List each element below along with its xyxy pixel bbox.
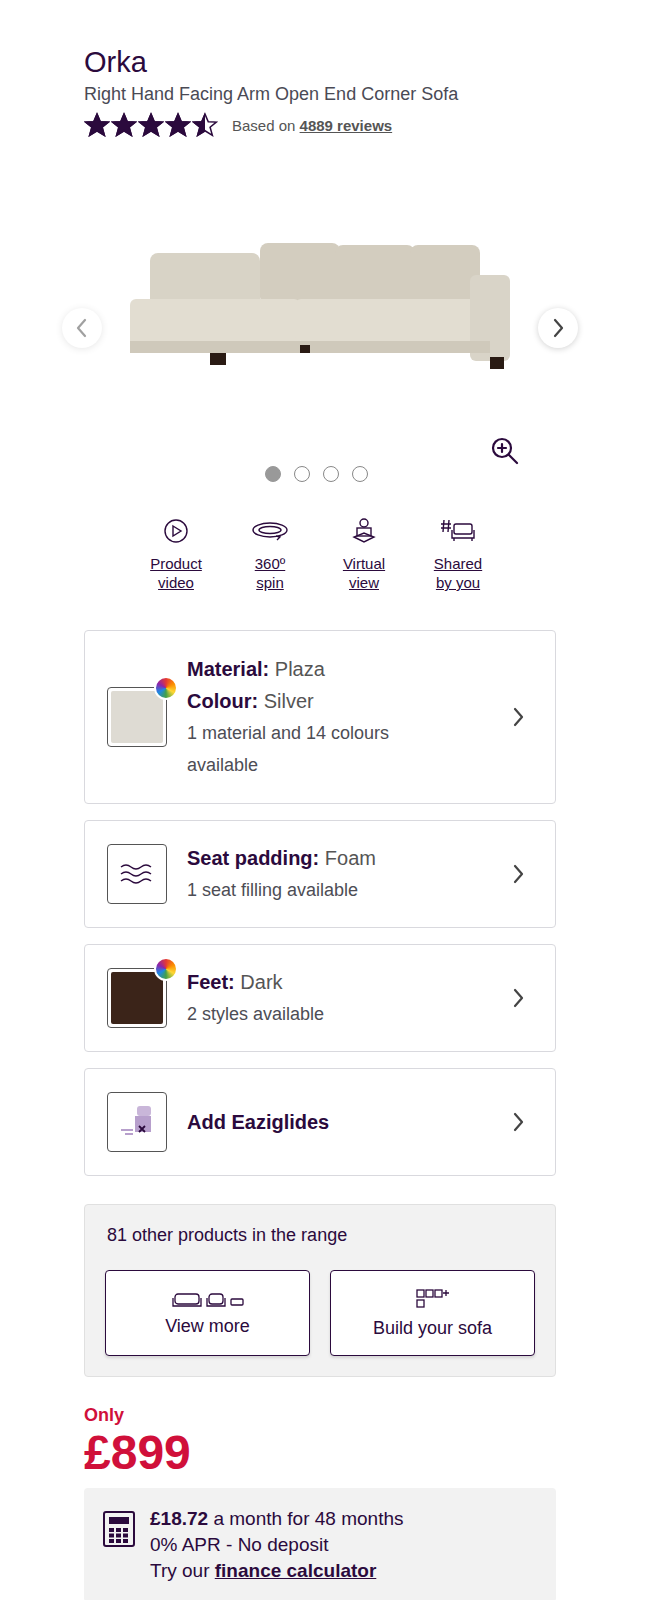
swatch-thumb bbox=[107, 968, 167, 1028]
star-icon bbox=[111, 112, 137, 138]
spin-icon bbox=[250, 516, 290, 546]
waves-icon bbox=[119, 862, 155, 886]
carousel-dot[interactable] bbox=[323, 466, 339, 482]
star-fill bbox=[138, 112, 164, 138]
sofas-icon bbox=[171, 1290, 245, 1310]
shared-sofa-icon bbox=[440, 516, 476, 546]
build-sofa-icon bbox=[415, 1288, 451, 1312]
option-card[interactable]: Material: PlazaColour: Silver1 material … bbox=[84, 630, 556, 804]
glides-box bbox=[107, 1092, 167, 1152]
option-field: Colour: Silver bbox=[187, 685, 491, 717]
range-buttons: View moreBuild your sofa bbox=[105, 1270, 535, 1356]
option-field: Material: Plaza bbox=[187, 653, 491, 685]
zoom-button[interactable] bbox=[490, 436, 520, 466]
option-card[interactable]: Seat padding: Foam1 seat filling availab… bbox=[84, 820, 556, 928]
star-fill bbox=[165, 112, 191, 138]
media-links: Productvideo 360ºspin Virtualview Sharedby … bbox=[84, 516, 556, 592]
eaziglides-icon bbox=[115, 1100, 159, 1144]
range-text: 81 other products in the range bbox=[105, 1225, 535, 1246]
swatch-thumb bbox=[107, 687, 167, 747]
price-prefix: Only bbox=[84, 1405, 556, 1426]
option-card[interactable]: Feet: Dark2 styles available bbox=[84, 944, 556, 1052]
star-fill bbox=[84, 112, 110, 138]
star-fill bbox=[192, 112, 205, 138]
media-link[interactable]: Virtualview bbox=[328, 516, 400, 592]
star-icon bbox=[138, 112, 164, 138]
price: £899 bbox=[84, 1426, 556, 1480]
finance-box: £18.72 a month for 48 months0% APR - No … bbox=[84, 1488, 556, 1600]
option-field: Feet: Dark bbox=[187, 966, 491, 998]
carousel-dots bbox=[84, 466, 556, 482]
prev-button[interactable] bbox=[62, 308, 102, 348]
calculator-icon bbox=[102, 1510, 136, 1548]
chevron-right-icon bbox=[511, 706, 525, 728]
carousel-dot[interactable] bbox=[265, 466, 281, 482]
option-text: Feet: Dark2 styles available bbox=[187, 966, 491, 1030]
star bbox=[111, 112, 137, 138]
star-icon bbox=[192, 112, 205, 138]
zoom-icon bbox=[490, 436, 520, 466]
star-fill bbox=[111, 112, 137, 138]
option-card[interactable]: Add Eaziglides bbox=[84, 1068, 556, 1176]
reviews-link[interactable]: 4889 reviews bbox=[300, 117, 393, 134]
virtual-view-icon bbox=[349, 516, 379, 546]
option-note: 2 styles available bbox=[187, 998, 427, 1030]
option-text: Material: PlazaColour: Silver1 material … bbox=[187, 653, 491, 781]
star bbox=[84, 112, 110, 138]
option-text: Seat padding: Foam1 seat filling availab… bbox=[187, 842, 491, 906]
range-button[interactable]: Build your sofa bbox=[330, 1270, 535, 1356]
range-box: 81 other products in the range View moreB… bbox=[84, 1204, 556, 1377]
rating-row: Based on 4889 reviews bbox=[84, 112, 556, 138]
product-name: Orka bbox=[84, 44, 556, 80]
swatch-fill bbox=[111, 972, 163, 1024]
chevron-right-icon bbox=[511, 863, 525, 885]
chevron-left-icon bbox=[75, 317, 89, 339]
option-field: Add Eaziglides bbox=[187, 1106, 491, 1138]
image-gallery[interactable] bbox=[84, 172, 556, 444]
chevron-right-icon bbox=[551, 317, 565, 339]
carousel-dot[interactable] bbox=[352, 466, 368, 482]
chevron-right-icon bbox=[511, 987, 525, 1009]
padding-box bbox=[107, 844, 167, 904]
swatch-fill bbox=[111, 691, 163, 743]
star-icon bbox=[84, 112, 110, 138]
media-link[interactable]: Sharedby you bbox=[422, 516, 494, 592]
star bbox=[165, 112, 191, 138]
colour-wheel-icon bbox=[154, 676, 178, 700]
media-link[interactable]: 360ºspin bbox=[234, 516, 306, 592]
play-icon bbox=[161, 516, 191, 546]
star bbox=[138, 112, 164, 138]
sofa-image bbox=[120, 233, 520, 383]
carousel-dot[interactable] bbox=[294, 466, 310, 482]
product-description: Right Hand Facing Arm Open End Corner So… bbox=[84, 82, 556, 106]
option-note: 1 material and 14 colours available bbox=[187, 717, 427, 781]
chevron-right-icon bbox=[511, 1111, 525, 1133]
option-note: 1 seat filling available bbox=[187, 874, 427, 906]
range-button[interactable]: View more bbox=[105, 1270, 310, 1356]
star-rating bbox=[84, 112, 218, 138]
option-field: Seat padding: Foam bbox=[187, 842, 491, 874]
option-list: Material: PlazaColour: Silver1 material … bbox=[84, 630, 556, 1176]
star bbox=[192, 112, 218, 138]
star-icon bbox=[165, 112, 191, 138]
option-text: Add Eaziglides bbox=[187, 1106, 491, 1138]
colour-wheel-icon bbox=[154, 957, 178, 981]
finance-calculator-link[interactable]: finance calculator bbox=[215, 1560, 377, 1581]
star-icon bbox=[192, 112, 218, 138]
media-link[interactable]: Productvideo bbox=[140, 516, 212, 592]
finance-text: £18.72 a month for 48 months0% APR - No … bbox=[150, 1506, 404, 1584]
product-page: OrkaRight Hand Facing Arm Open End Corne… bbox=[0, 0, 650, 1600]
reviews-text: Based on 4889 reviews bbox=[232, 117, 392, 134]
next-button[interactable] bbox=[538, 308, 578, 348]
